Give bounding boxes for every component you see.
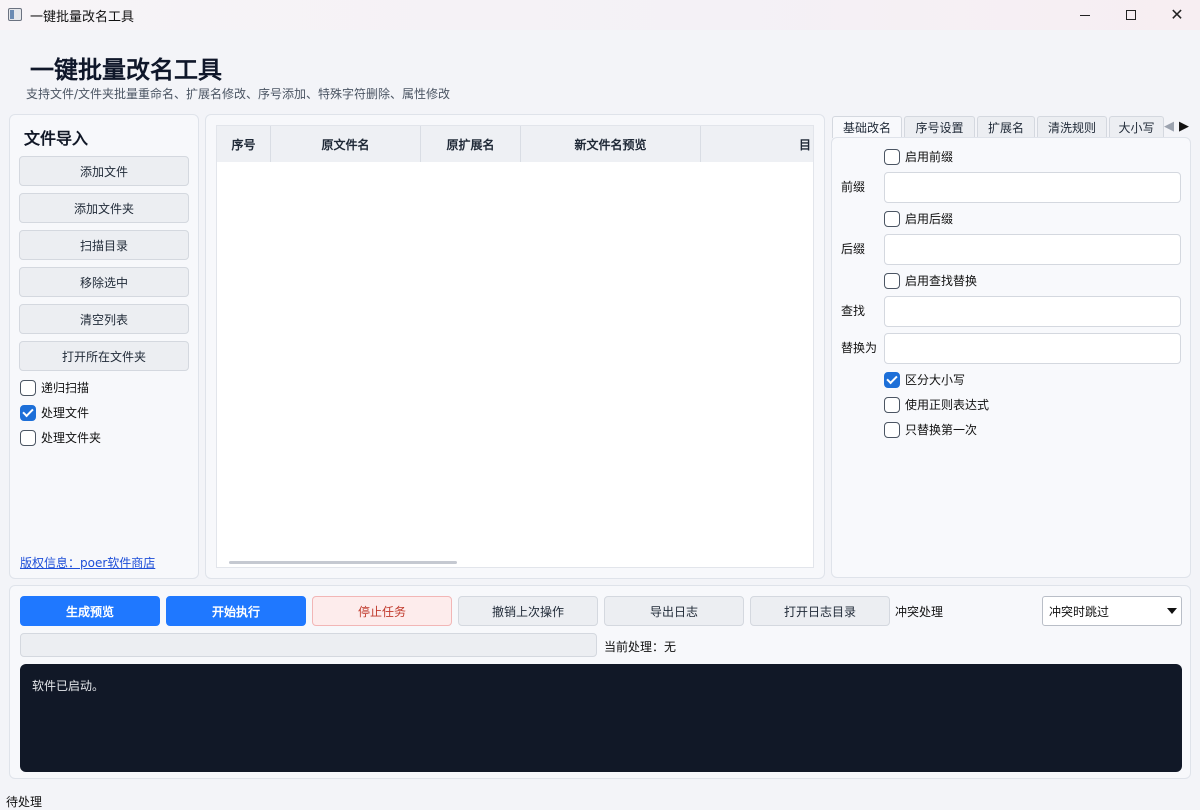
prefix-input[interactable] <box>884 172 1181 203</box>
case-sensitive-option[interactable]: 区分大小写 <box>884 371 965 388</box>
clear-list-button[interactable]: 清空列表 <box>19 304 189 334</box>
remove-selected-button[interactable]: 移除选中 <box>19 267 189 297</box>
title-bar: 一键批量改名工具 ✕ <box>0 0 1200 30</box>
table-header: 序号 原文件名 原扩展名 新文件名预览 目 <box>217 126 813 162</box>
process-files-checkbox[interactable] <box>20 404 36 421</box>
tab-cleanup-rules[interactable]: 清洗规则 <box>1037 116 1107 138</box>
conflict-handling-value: 冲突时跳过 <box>1049 604 1110 619</box>
enable-find-replace-option[interactable]: 启用查找替换 <box>884 272 977 289</box>
replace-label: 替换为 <box>841 341 878 355</box>
column-header-original-ext[interactable]: 原扩展名 <box>421 126 521 162</box>
process-files-option[interactable]: 处理文件 <box>20 404 89 421</box>
status-bar-text: 待处理 <box>6 795 43 809</box>
close-button[interactable]: ✕ <box>1154 0 1200 30</box>
export-log-button[interactable]: 导出日志 <box>604 596 744 626</box>
recursive-scan-checkbox[interactable] <box>20 379 36 396</box>
basic-rename-panel: 启用前缀 前缀 启用后缀 后缀 启用查找替换 查找 替换为 区分大小写 使用正则… <box>831 137 1191 578</box>
column-header-new-name-preview[interactable]: 新文件名预览 <box>521 126 701 162</box>
enable-find-replace-checkbox[interactable] <box>884 272 900 289</box>
file-table-panel: 序号 原文件名 原扩展名 新文件名预览 目 <box>205 114 825 579</box>
minimize-icon <box>1080 14 1090 16</box>
stop-task-button[interactable]: 停止任务 <box>312 596 452 626</box>
log-output[interactable]: 软件已启动。 <box>20 664 1182 772</box>
maximize-button[interactable] <box>1108 0 1154 30</box>
conflict-handling-label: 冲突处理 <box>895 605 944 619</box>
prefix-label: 前缀 <box>841 180 866 194</box>
actions-panel: 生成预览 开始执行 停止任务 撤销上次操作 导出日志 打开日志目录 冲突处理 冲… <box>9 585 1191 779</box>
add-folder-button[interactable]: 添加文件夹 <box>19 193 189 223</box>
app-icon <box>8 8 22 21</box>
scan-directory-button[interactable]: 扫描目录 <box>19 230 189 260</box>
chevron-down-icon <box>1167 608 1177 614</box>
find-label: 查找 <box>841 304 866 318</box>
file-import-panel: 文件导入 添加文件 添加文件夹 扫描目录 移除选中 清空列表 打开所在文件夹 递… <box>9 114 199 579</box>
recursive-scan-label: 递归扫描 <box>41 381 90 395</box>
undo-last-button[interactable]: 撤销上次操作 <box>458 596 598 626</box>
page-subtitle: 支持文件/文件夹批量重命名、扩展名修改、序号添加、特殊字符删除、属性修改 <box>26 87 451 101</box>
enable-prefix-option[interactable]: 启用前缀 <box>884 148 953 165</box>
use-regex-label: 使用正则表达式 <box>905 398 990 412</box>
log-text: 软件已启动。 <box>32 679 105 693</box>
tab-basic-rename[interactable]: 基础改名 <box>832 116 902 138</box>
minimize-button[interactable] <box>1062 0 1108 30</box>
suffix-input[interactable] <box>884 234 1181 265</box>
column-header-original-name[interactable]: 原文件名 <box>271 126 421 162</box>
add-files-button[interactable]: 添加文件 <box>19 156 189 186</box>
process-folders-checkbox[interactable] <box>20 429 36 446</box>
conflict-handling-select[interactable]: 冲突时跳过 <box>1042 596 1182 626</box>
close-icon: ✕ <box>1170 5 1184 24</box>
page-title: 一键批量改名工具 <box>30 56 222 84</box>
suffix-label: 后缀 <box>841 242 866 256</box>
tab-sequence-settings[interactable]: 序号设置 <box>904 116 975 138</box>
column-header-partial[interactable]: 目 <box>701 126 813 162</box>
file-import-title: 文件导入 <box>24 129 89 148</box>
process-folders-option[interactable]: 处理文件夹 <box>20 429 101 446</box>
generate-preview-button[interactable]: 生成预览 <box>20 596 160 626</box>
enable-prefix-label: 启用前缀 <box>905 150 954 164</box>
start-button[interactable]: 开始执行 <box>166 596 306 626</box>
tab-scroll-right-icon[interactable]: ▶ <box>1177 116 1191 136</box>
replace-first-only-option[interactable]: 只替换第一次 <box>884 421 977 438</box>
open-log-dir-button[interactable]: 打开日志目录 <box>750 596 890 626</box>
enable-suffix-option[interactable]: 启用后缀 <box>884 210 953 227</box>
progress-bar <box>20 633 597 657</box>
horizontal-scrollbar[interactable] <box>229 561 457 564</box>
use-regex-option[interactable]: 使用正则表达式 <box>884 396 989 413</box>
enable-find-replace-label: 启用查找替换 <box>905 274 978 288</box>
process-files-label: 处理文件 <box>41 406 90 420</box>
column-header-index[interactable]: 序号 <box>217 126 271 162</box>
process-folders-label: 处理文件夹 <box>41 431 102 445</box>
copyright-link[interactable]: 版权信息：poer软件商店 <box>20 554 155 571</box>
replace-input[interactable] <box>884 333 1181 364</box>
open-containing-folder-button[interactable]: 打开所在文件夹 <box>19 341 189 371</box>
maximize-icon <box>1126 10 1136 20</box>
file-table[interactable]: 序号 原文件名 原扩展名 新文件名预览 目 <box>216 125 814 568</box>
enable-suffix-label: 启用后缀 <box>905 212 954 226</box>
enable-prefix-checkbox[interactable] <box>884 148 900 165</box>
window-title: 一键批量改名工具 <box>30 10 135 25</box>
tab-extension[interactable]: 扩展名 <box>977 116 1035 138</box>
enable-suffix-checkbox[interactable] <box>884 210 900 227</box>
recursive-scan-option[interactable]: 递归扫描 <box>20 379 89 396</box>
replace-first-only-checkbox[interactable] <box>884 421 900 438</box>
replace-first-only-label: 只替换第一次 <box>905 423 978 437</box>
current-processing-label: 当前处理：无 <box>604 640 677 654</box>
tab-scroll-left-icon[interactable]: ◀ <box>1162 116 1176 136</box>
find-input[interactable] <box>884 296 1181 327</box>
use-regex-checkbox[interactable] <box>884 396 900 413</box>
case-sensitive-label: 区分大小写 <box>905 373 966 387</box>
tab-case[interactable]: 大小写 <box>1109 116 1164 138</box>
case-sensitive-checkbox[interactable] <box>884 371 900 388</box>
